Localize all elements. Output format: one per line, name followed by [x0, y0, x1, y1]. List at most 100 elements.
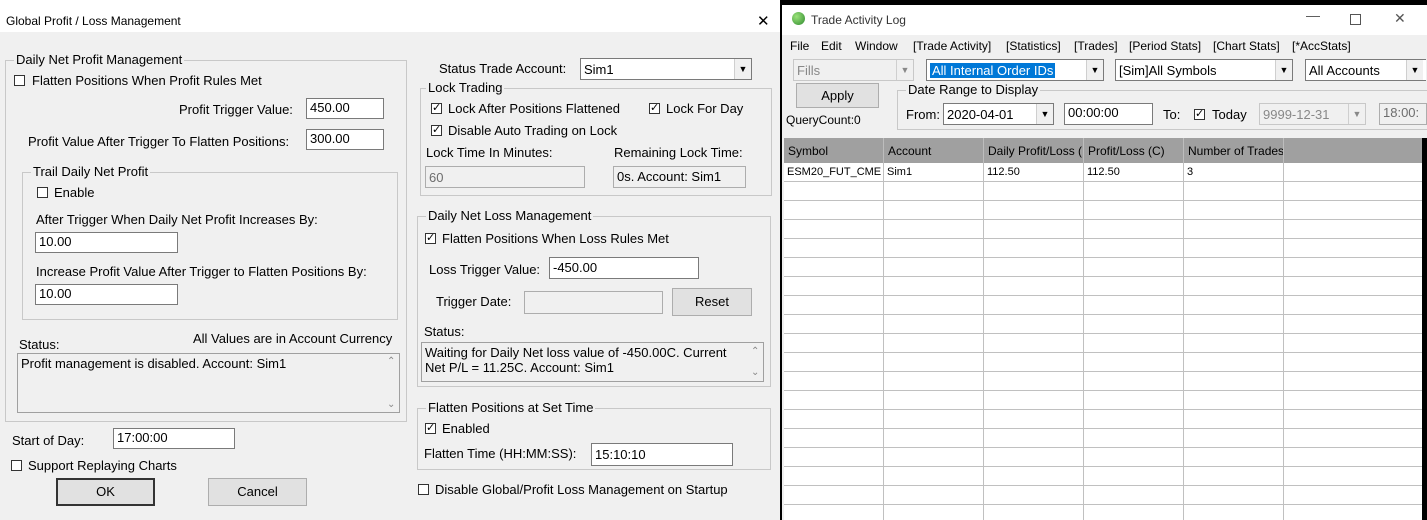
- lock-minutes-input[interactable]: 60: [425, 166, 585, 188]
- start-of-day-input[interactable]: 17:00:00: [113, 428, 235, 449]
- menu-file[interactable]: File: [790, 39, 809, 53]
- column-header-symbol[interactable]: Symbol: [784, 138, 884, 163]
- support-replay-label: Support Replaying Charts: [28, 458, 177, 473]
- cell-account[interactable]: Sim1: [884, 163, 984, 182]
- close-icon[interactable]: ✕: [1394, 10, 1406, 27]
- apply-button-label: Apply: [821, 88, 854, 103]
- flatten-loss-checkbox[interactable]: ✓: [425, 233, 436, 244]
- disable-startup-checkbox[interactable]: [418, 484, 429, 495]
- global-pl-dialog: Global Profit / Loss Management ✕ Daily …: [0, 0, 780, 520]
- increase-flatten-label: Increase Profit Value After Trigger to F…: [36, 264, 367, 279]
- ok-button[interactable]: OK: [56, 478, 155, 506]
- status-account-label: Status Trade Account:: [439, 61, 567, 76]
- profit-trigger-label: Profit Trigger Value:: [179, 102, 293, 117]
- cancel-button[interactable]: Cancel: [208, 478, 307, 506]
- lock-minutes-label: Lock Time In Minutes:: [426, 145, 553, 160]
- to-time-input[interactable]: 18:00:: [1379, 103, 1427, 125]
- disable-auto-trading-checkbox[interactable]: ✓: [431, 125, 442, 136]
- from-date-picker[interactable]: 2020-04-01 ▼: [943, 103, 1054, 125]
- menu-statistics[interactable]: [Statistics]: [1006, 39, 1061, 53]
- chevron-down-icon: ▼: [1086, 60, 1103, 80]
- ok-button-label: OK: [96, 484, 115, 499]
- flatten-time-enabled-checkbox[interactable]: ✓: [425, 423, 436, 434]
- scroll-up-icon[interactable]: ⌃: [751, 344, 759, 359]
- column-header-account[interactable]: Account: [884, 138, 984, 163]
- column-header-daily-pl[interactable]: Daily Profit/Loss (: [984, 138, 1084, 163]
- flatten-time-enabled-label: Enabled: [442, 421, 490, 436]
- profit-status-value: Profit management is disabled. Account: …: [21, 356, 287, 371]
- trigger-date-input[interactable]: [524, 291, 663, 314]
- profit-after-trigger-label: Profit Value After Trigger To Flatten Po…: [28, 134, 290, 149]
- loss-status-scrollbar[interactable]: ⌃ ⌄: [747, 343, 763, 381]
- fills-value: Fills: [797, 63, 821, 78]
- profit-status-label: Status:: [19, 337, 60, 352]
- scroll-down-icon[interactable]: ⌄: [387, 399, 395, 410]
- menu-window[interactable]: Window: [855, 39, 898, 53]
- window-title: Trade Activity Log: [811, 13, 906, 27]
- menu-edit[interactable]: Edit: [821, 39, 842, 53]
- cell-symbol[interactable]: ESM20_FUT_CME: [784, 163, 884, 182]
- cell-num-trades[interactable]: 3: [1184, 163, 1284, 182]
- dialog-titlebar: Global Profit / Loss Management ✕: [0, 0, 780, 32]
- column-header-empty: [1284, 138, 1422, 163]
- to-date-picker[interactable]: 9999-12-31 ▼: [1259, 103, 1366, 125]
- to-label: To:: [1163, 107, 1181, 122]
- menu-acc-stats[interactable]: [*AccStats]: [1292, 39, 1351, 53]
- from-date-value: 2020-04-01: [947, 107, 1014, 122]
- minimize-icon[interactable]: —: [1306, 7, 1320, 23]
- trigger-date-label: Trigger Date:: [436, 294, 512, 309]
- empty-grid-rows: [784, 182, 1422, 520]
- support-replay-checkbox[interactable]: [11, 460, 22, 471]
- loss-trigger-input[interactable]: -450.00: [549, 257, 699, 279]
- profit-after-trigger-input[interactable]: 300.00: [306, 129, 384, 150]
- scroll-down-icon[interactable]: ⌄: [751, 365, 759, 380]
- chevron-down-icon: ▼: [1036, 104, 1053, 124]
- today-checkbox[interactable]: ✓: [1194, 109, 1205, 120]
- menu-chart-stats[interactable]: [Chart Stats]: [1213, 39, 1280, 53]
- order-ids-select[interactable]: All Internal Order IDs ▼: [926, 59, 1104, 81]
- reset-button-label: Reset: [695, 294, 729, 309]
- status-account-select[interactable]: Sim1 ▼: [580, 58, 752, 80]
- column-header-pl[interactable]: Profit/Loss (C): [1084, 138, 1184, 163]
- profit-group-title: Daily Net Profit Management: [14, 52, 185, 67]
- flatten-time-input[interactable]: 15:10:10: [591, 443, 733, 466]
- lock-after-flatten-checkbox[interactable]: ✓: [431, 103, 442, 114]
- disable-auto-trading-label: Disable Auto Trading on Lock: [448, 123, 618, 138]
- trail-enable-checkbox[interactable]: [37, 187, 48, 198]
- trail-group-title: Trail Daily Net Profit: [31, 164, 151, 179]
- accounts-select[interactable]: All Accounts ▼: [1305, 59, 1426, 81]
- increase-flatten-input[interactable]: 10.00: [35, 284, 178, 305]
- menu-trades[interactable]: [Trades]: [1074, 39, 1118, 53]
- cancel-button-label: Cancel: [237, 484, 278, 499]
- menu-trade-activity[interactable]: [Trade Activity]: [913, 39, 991, 53]
- flatten-loss-label: Flatten Positions When Loss Rules Met: [442, 231, 669, 246]
- symbols-value: [Sim]All Symbols: [1119, 63, 1217, 78]
- currency-note: All Values are in Account Currency: [193, 331, 393, 346]
- maximize-icon[interactable]: [1350, 14, 1361, 25]
- scroll-up-icon[interactable]: ⌃: [387, 356, 395, 367]
- close-icon[interactable]: ✕: [757, 12, 770, 30]
- lock-for-day-checkbox[interactable]: ✓: [649, 103, 660, 114]
- from-time-input[interactable]: 00:00:00: [1064, 103, 1153, 125]
- query-count: QueryCount:0: [786, 113, 861, 127]
- profit-trigger-input[interactable]: 450.00: [306, 98, 384, 119]
- menu-period-stats[interactable]: [Period Stats]: [1129, 39, 1201, 53]
- cell-pl[interactable]: 112.50: [1084, 163, 1184, 182]
- loss-trigger-label: Loss Trigger Value:: [429, 262, 541, 277]
- cell-daily-pl[interactable]: 112.50: [984, 163, 1084, 182]
- flatten-profit-checkbox[interactable]: [14, 75, 25, 86]
- menu-bar: File Edit Window [Trade Activity] [Stati…: [782, 35, 1427, 55]
- reset-button[interactable]: Reset: [672, 288, 752, 316]
- from-label: From:: [906, 107, 940, 122]
- apply-button[interactable]: Apply: [796, 83, 879, 108]
- disable-startup-label: Disable Global/Profit Loss Management on…: [435, 482, 728, 497]
- increase-by-label: After Trigger When Daily Net Profit Incr…: [36, 212, 318, 227]
- to-date-value: 9999-12-31: [1263, 107, 1330, 122]
- flatten-time-label: Flatten Time (HH:MM:SS):: [424, 446, 577, 461]
- column-header-num-trades[interactable]: Number of Trades: [1184, 138, 1284, 163]
- increase-by-input[interactable]: 10.00: [35, 232, 178, 253]
- today-label: Today: [1212, 107, 1247, 122]
- profit-status-scrollbar[interactable]: ⌃ ⌄: [383, 354, 399, 412]
- fills-select[interactable]: Fills ▼: [793, 59, 914, 81]
- symbols-select[interactable]: [Sim]All Symbols ▼: [1115, 59, 1293, 81]
